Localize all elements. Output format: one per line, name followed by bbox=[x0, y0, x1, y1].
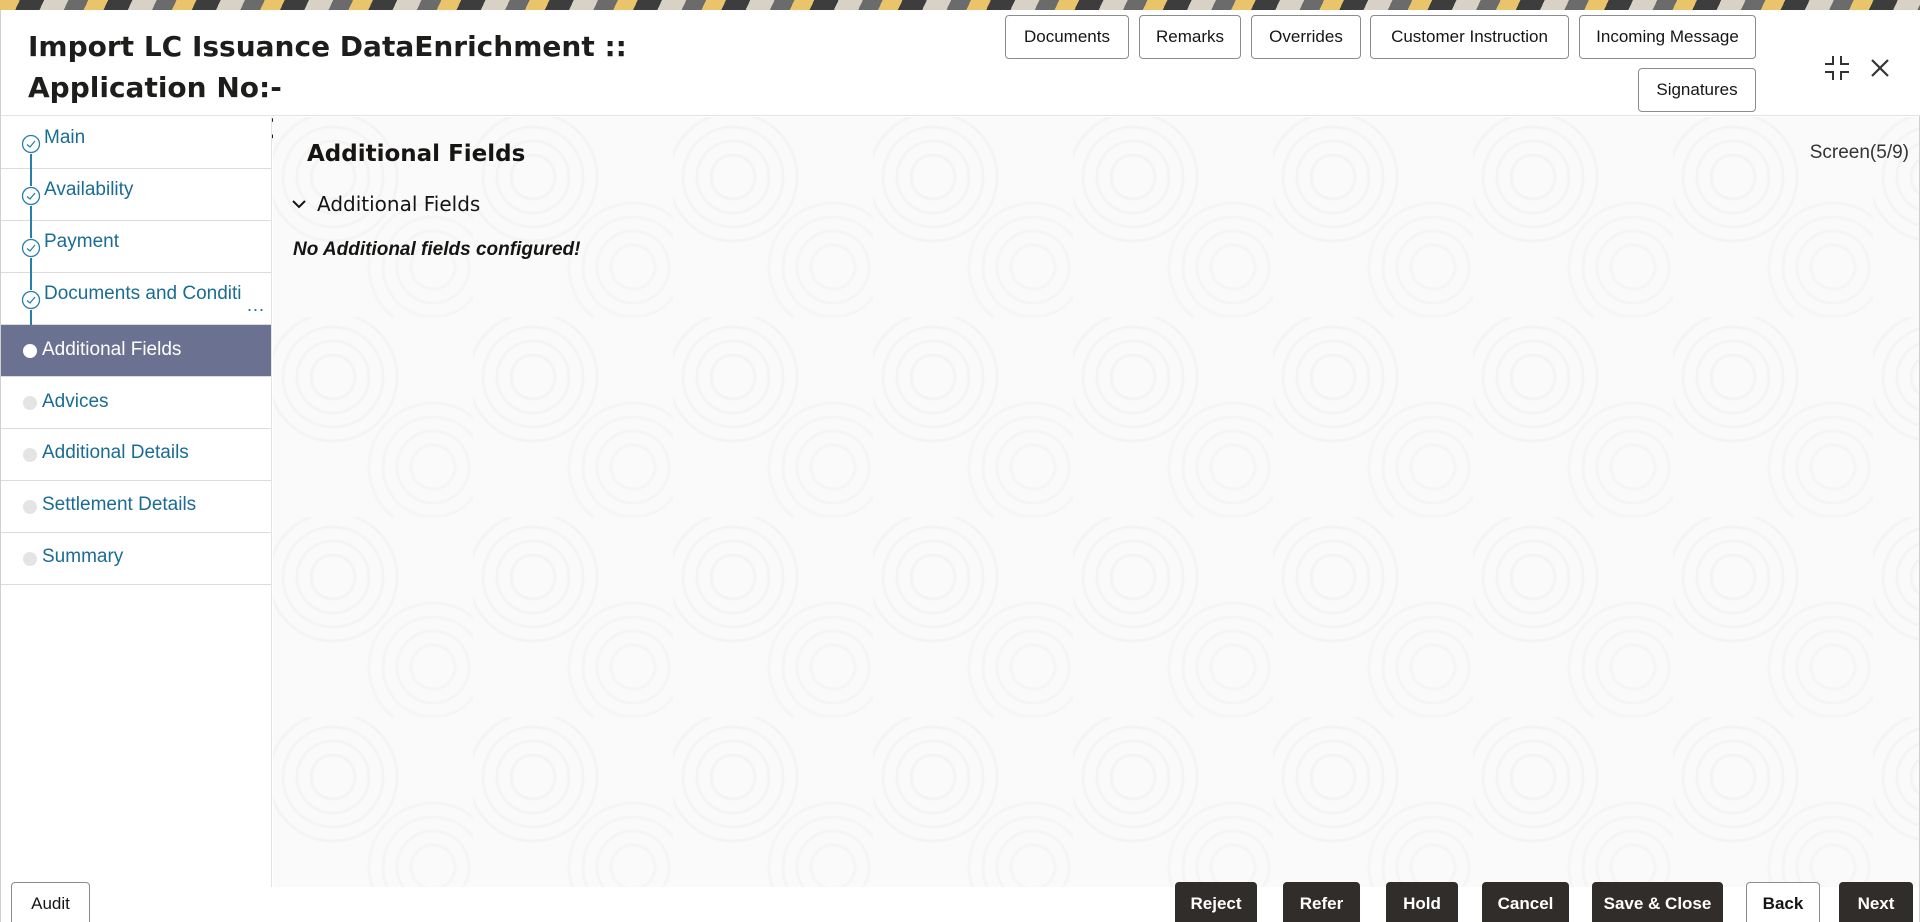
sidebar-item-documents-and-conditions[interactable]: Documents and Conditi ... bbox=[1, 273, 271, 326]
sidebar-item-main[interactable]: Main bbox=[1, 117, 271, 170]
step-connector bbox=[30, 273, 32, 290]
top-decorative-strip bbox=[0, 0, 1920, 10]
compress-icon[interactable] bbox=[1821, 52, 1853, 84]
incoming-message-button[interactable]: Incoming Message bbox=[1579, 15, 1756, 59]
check-circle-icon bbox=[21, 290, 41, 310]
customer-instruction-button[interactable]: Customer Instruction bbox=[1370, 15, 1569, 59]
sidebar-item-label: Availability bbox=[44, 179, 134, 200]
step-connector bbox=[30, 169, 32, 186]
pending-step-dot bbox=[23, 552, 37, 566]
overrides-button[interactable]: Overrides bbox=[1251, 15, 1361, 59]
step-connector bbox=[30, 258, 32, 274]
sidebar-item-label: Advices bbox=[42, 391, 109, 412]
chevron-down-icon bbox=[292, 200, 306, 209]
hold-button[interactable]: Hold bbox=[1386, 882, 1458, 922]
reject-button[interactable]: Reject bbox=[1175, 882, 1257, 922]
pending-step-dot bbox=[23, 448, 37, 462]
sidebar-item-availability[interactable]: Availability bbox=[1, 169, 271, 222]
footer-toolbar: Audit Reject Refer Hold Cancel Save & Cl… bbox=[1, 882, 1919, 922]
main-content: Additional Fields Screen(5/9) Additional… bbox=[273, 117, 1919, 887]
check-circle-icon bbox=[21, 238, 41, 258]
additional-fields-collapsible-header[interactable]: Additional Fields bbox=[291, 189, 480, 219]
sidebar-item-summary[interactable]: Summary bbox=[1, 533, 271, 585]
sidebar-item-label: Main bbox=[44, 127, 86, 148]
save-and-close-button[interactable]: Save & Close bbox=[1592, 882, 1723, 922]
close-icon[interactable] bbox=[1864, 52, 1896, 84]
section-title: Additional Fields bbox=[307, 141, 526, 167]
pending-step-dot bbox=[23, 500, 37, 514]
sidebar-item-additional-fields[interactable]: Additional Fields bbox=[1, 325, 271, 377]
signatures-button[interactable]: Signatures bbox=[1638, 68, 1756, 112]
empty-state-message: No Additional fields configured! bbox=[293, 239, 581, 260]
sidebar-item-label: Summary bbox=[42, 546, 124, 567]
sidebar-item-settlement-details[interactable]: Settlement Details bbox=[1, 481, 271, 533]
check-circle-icon bbox=[21, 134, 41, 154]
cancel-button[interactable]: Cancel bbox=[1482, 882, 1569, 922]
sidebar-item-payment[interactable]: Payment bbox=[1, 221, 271, 274]
sidebar-item-label: Documents and Conditi bbox=[44, 283, 242, 304]
pending-step-dot bbox=[23, 396, 37, 410]
sidebar-item-label: Settlement Details bbox=[42, 494, 197, 515]
back-button[interactable]: Back bbox=[1746, 882, 1820, 922]
step-connector bbox=[30, 310, 32, 326]
documents-button[interactable]: Documents bbox=[1005, 15, 1129, 59]
next-button[interactable]: Next bbox=[1839, 882, 1913, 922]
sidebar-item-label: Payment bbox=[44, 231, 119, 252]
sidebar-item-advices[interactable]: Advices bbox=[1, 377, 271, 429]
refer-button[interactable]: Refer bbox=[1283, 882, 1360, 922]
step-navigation-sidebar: Main Availability Payment Documents and … bbox=[1, 117, 272, 887]
audit-button[interactable]: Audit bbox=[11, 882, 90, 922]
sidebar-item-additional-details[interactable]: Additional Details bbox=[1, 429, 271, 481]
screen-counter: Screen(5/9) bbox=[1809, 142, 1909, 163]
dialog-window: Import LC Issuance DataEnrichment :: App… bbox=[0, 10, 1920, 922]
step-connector bbox=[30, 206, 32, 222]
current-step-dot bbox=[23, 344, 37, 358]
remarks-button[interactable]: Remarks bbox=[1139, 15, 1241, 59]
collapsible-title: Additional Fields bbox=[317, 192, 481, 216]
title-line-1: Import LC Issuance DataEnrichment :: App… bbox=[28, 30, 627, 104]
sidebar-item-label: Additional Fields bbox=[42, 339, 182, 360]
step-connector bbox=[30, 154, 32, 170]
sidebar-item-label: Additional Details bbox=[42, 442, 189, 463]
dialog-header: Import LC Issuance DataEnrichment :: App… bbox=[1, 10, 1920, 145]
check-circle-icon bbox=[21, 186, 41, 206]
step-connector bbox=[30, 221, 32, 238]
overflow-ellipsis: ... bbox=[247, 295, 266, 315]
